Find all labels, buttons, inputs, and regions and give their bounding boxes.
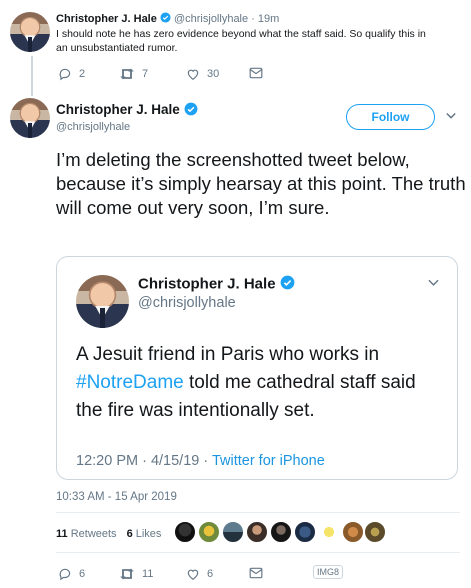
- author-name[interactable]: Christopher J. Hale: [56, 13, 157, 25]
- retweets-label: Retweets: [70, 528, 117, 540]
- liker-avatar[interactable]: [294, 521, 316, 543]
- divider: [56, 552, 460, 553]
- retweet-button[interactable]: 7: [119, 67, 148, 81]
- avatar[interactable]: [76, 275, 129, 328]
- likes-label: Likes: [135, 528, 162, 540]
- verified-badge-icon: [184, 102, 198, 119]
- quoted-tweet-text: A Jesuit friend in Paris who works in #N…: [76, 341, 446, 425]
- liker-avatar[interactable]: [364, 521, 386, 543]
- direct-message-button[interactable]: [249, 67, 263, 79]
- liker-avatar[interactable]: [318, 521, 340, 543]
- retweets-count: 11: [56, 528, 68, 540]
- avatar[interactable]: [10, 98, 50, 138]
- quoted-text-part: A Jesuit friend in Paris who works in: [76, 344, 380, 365]
- chevron-down-icon[interactable]: [428, 279, 439, 287]
- engagement-stats: 11 Retweets 6 Likes: [56, 528, 161, 540]
- tweet-text-line: an unsubstantiated rumor.: [56, 42, 178, 54]
- hashtag-link[interactable]: #NotreDame: [76, 372, 184, 393]
- verified-badge-icon: [280, 275, 295, 294]
- liker-avatar[interactable]: [246, 521, 268, 543]
- likes-count: 6: [126, 528, 133, 540]
- liker-avatar[interactable]: [342, 521, 364, 543]
- tweet-timestamp[interactable]: 10:33 AM - 15 Apr 2019: [56, 491, 177, 503]
- quoted-tweet-time[interactable]: 12:20 PM · 4/15/19 ·: [76, 453, 212, 469]
- envelope-icon: [249, 567, 263, 579]
- avatar[interactable]: [10, 12, 50, 52]
- retweet-icon: [120, 68, 134, 80]
- retweet-button[interactable]: 11: [119, 567, 153, 581]
- verified-badge-icon: [160, 12, 171, 26]
- author-name[interactable]: Christopher J. Hale: [138, 275, 276, 292]
- heart-icon: [187, 69, 199, 80]
- tweet-text: I’m deleting the screenshotted tweet bel…: [56, 149, 466, 218]
- likes-stat[interactable]: 6 Likes: [127, 528, 162, 540]
- like-button[interactable]: 30: [186, 67, 219, 81]
- direct-message-button[interactable]: [249, 567, 263, 579]
- liker-avatar[interactable]: [222, 521, 244, 543]
- reply-button[interactable]: 6: [58, 567, 85, 581]
- thread-connector: [31, 56, 33, 96]
- retweets-stat[interactable]: 11 Retweets: [56, 528, 117, 540]
- reply-count: 6: [79, 568, 86, 580]
- retweet-icon: [120, 568, 134, 580]
- quoted-tweet-meta: 12:20 PM · 4/15/19 · Twitter for iPhone: [76, 453, 325, 469]
- like-count: 30: [207, 68, 220, 80]
- like-button[interactable]: 6: [186, 567, 213, 581]
- reply-icon: [59, 568, 71, 581]
- tweet-text-line: I should note he has zero evidence beyon…: [56, 28, 426, 40]
- image-badge: IMG8: [313, 565, 344, 579]
- author-handle[interactable]: @chrisjollyhale: [138, 295, 236, 311]
- follow-button[interactable]: Follow: [346, 104, 435, 130]
- tweet-source-link[interactable]: Twitter for iPhone: [212, 453, 325, 469]
- liker-avatar[interactable]: [270, 521, 292, 543]
- author-handle[interactable]: @chrisjollyhale: [174, 13, 248, 25]
- author-name[interactable]: Christopher J. Hale: [56, 102, 180, 117]
- retweet-count: 11: [142, 568, 154, 580]
- divider: [56, 512, 460, 513]
- chevron-down-icon[interactable]: [446, 112, 456, 120]
- author-handle[interactable]: @chrisjollyhale: [56, 121, 130, 133]
- like-count: 6: [207, 568, 214, 580]
- envelope-icon: [249, 67, 263, 79]
- liker-avatar[interactable]: [198, 521, 220, 543]
- reply-button[interactable]: 2: [58, 67, 85, 81]
- reply-icon: [59, 68, 71, 81]
- heart-icon: [187, 569, 199, 580]
- retweet-count: 7: [142, 68, 149, 80]
- reply-count: 2: [79, 68, 86, 80]
- quoted-tweet-card[interactable]: Christopher J. Hale @chrisjollyhale A Je…: [56, 256, 458, 480]
- liker-avatar[interactable]: [174, 521, 196, 543]
- tweet-age[interactable]: · 19m: [251, 13, 279, 25]
